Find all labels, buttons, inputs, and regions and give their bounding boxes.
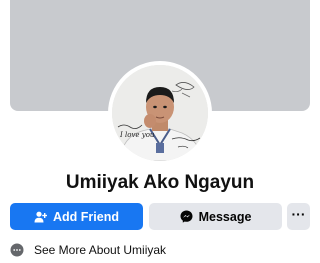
info-icon xyxy=(10,243,24,257)
profile-picture-frame: I love you xyxy=(108,61,212,165)
more-options-button[interactable]: ··· xyxy=(287,203,310,230)
person-add-icon xyxy=(34,211,48,223)
see-more-about-link[interactable]: See More About Umiiyak xyxy=(10,241,166,259)
add-friend-label: Add Friend xyxy=(53,209,119,224)
avatar-handwriting: I love you xyxy=(119,131,155,139)
message-label: Message xyxy=(198,209,252,224)
messenger-icon xyxy=(180,210,193,223)
message-button[interactable]: Message xyxy=(149,203,282,230)
profile-name: Umiiyak Ako Ngayun xyxy=(65,172,255,193)
see-more-about-label: See More About Umiiyak xyxy=(34,243,167,257)
profile-photo-image: I love you xyxy=(112,65,208,161)
more-dots-icon: ··· xyxy=(291,205,306,222)
profile-picture[interactable]: I love you xyxy=(112,65,208,161)
add-friend-button[interactable]: Add Friend xyxy=(10,203,143,230)
